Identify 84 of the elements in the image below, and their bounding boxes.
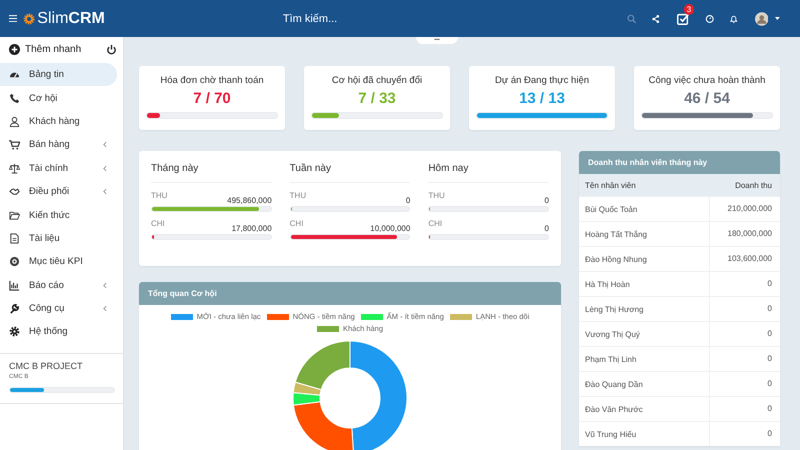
sidebar-item[interactable]: Cơ hội	[0, 86, 117, 110]
sidebar-item[interactable]: Công cụ	[0, 296, 117, 320]
finance-amount: 0	[544, 196, 549, 205]
column-header: Doanh thu	[735, 181, 772, 190]
sidebar-item[interactable]: Điều phối	[0, 180, 117, 204]
finance-amount: 10,000,000	[370, 224, 410, 233]
revenue-cell: 0	[709, 372, 780, 396]
stat-value: 7 / 70	[192, 90, 232, 107]
finance-amount: 495,860,000	[227, 196, 272, 205]
gear-icon	[9, 326, 20, 338]
sidebar-item[interactable]: Tài chính	[0, 156, 117, 180]
finance-amount: 0	[544, 224, 549, 233]
chevron-icon	[103, 188, 107, 196]
document-icon	[9, 232, 20, 244]
employee-name-cell-text: Phạm Thị Linh	[584, 354, 638, 364]
finance-label: CHI	[428, 219, 442, 228]
sidebar-item[interactable]: Tài liệu	[0, 226, 117, 250]
stat-title: Hóa đơn chờ thanh toán	[159, 75, 265, 86]
chevron-icon	[103, 282, 107, 289]
search-field[interactable]: Tìm kiếm...	[282, 10, 425, 26]
sidebar-item[interactable]: Hệ thống	[0, 320, 117, 344]
revenue-cell: 0	[709, 422, 780, 446]
menu-icon[interactable]	[9, 13, 18, 24]
revenue-cell: 0	[709, 322, 780, 346]
stat-value: 7 / 33	[357, 90, 397, 107]
finance-amount: 17,800,000	[232, 224, 272, 233]
folder-icon	[9, 210, 20, 221]
column-header: Tên nhân viên	[585, 181, 636, 190]
revenue-cell: 180,000,000	[709, 222, 780, 246]
period-title: Hôm nay	[428, 163, 549, 183]
finance-label: THU	[290, 191, 306, 200]
revenue-cell: 0	[709, 272, 780, 296]
bar-chart-icon	[9, 280, 20, 291]
chevron-icon	[103, 141, 107, 148]
employee-name-cell-text: Đào Hồng Nhung	[584, 254, 648, 264]
wrench-icon	[9, 303, 20, 314]
finance-amount: 0	[406, 196, 410, 205]
plus-circle-icon[interactable]	[9, 44, 20, 54]
scale-icon	[9, 162, 20, 174]
revenue-cell: 210,000,000	[709, 197, 780, 221]
employee-name-cell-text: Hoàng Tất Thắng	[584, 230, 648, 238]
employee-name-cell-text: Lèng Thị Hương	[584, 304, 644, 314]
sidebar-item[interactable]: Bán hàng	[0, 133, 117, 157]
period-title: Tháng này	[151, 163, 272, 183]
revenue-cell: 0	[709, 397, 780, 421]
brand-logo: SlimCRM	[37, 10, 105, 28]
quick-add-link[interactable]: Thêm nhanh	[25, 44, 101, 54]
finance-label: CHI	[151, 219, 165, 228]
cart-icon	[9, 139, 20, 150]
stat-value: 46 / 54	[683, 90, 731, 107]
power-icon[interactable]	[106, 44, 117, 54]
stat-title: Dự án Đang thực hiện	[494, 75, 590, 86]
period-title: Tuần này	[290, 163, 410, 183]
checkbox-icon[interactable]	[676, 12, 690, 26]
employee-name-cell-text: Đào Quang Dần	[584, 380, 644, 388]
stat-title: Công việc chưa hoàn thành	[648, 75, 766, 86]
target-icon	[9, 256, 20, 268]
employee-name-cell-text: Bùi Quốc Toản	[584, 204, 638, 214]
phone-icon	[9, 92, 20, 104]
employee-name-cell-text: Đào Văn Phước	[584, 404, 644, 414]
panel-header: Doanh thu nhân viên tháng này	[579, 151, 780, 174]
revenue-cell: 103,600,000	[709, 247, 780, 271]
revenue-cell: 0	[709, 297, 780, 321]
caret-icon[interactable]	[775, 16, 780, 21]
finance-label: THU	[428, 191, 445, 200]
notification-badge: 3	[684, 4, 694, 14]
chevron-icon	[103, 164, 107, 172]
sidebar-item[interactable]: Mục tiêu KPI	[0, 250, 117, 274]
employee-name-cell-text: Vũ Trung Hiếu	[584, 430, 638, 438]
finance-label: THU	[151, 191, 168, 200]
finance-label: CHI	[290, 219, 304, 228]
sidebar-item[interactable]: Kiến thức	[0, 203, 117, 227]
revenue-cell: 0	[709, 347, 780, 371]
employee-name-cell-text: Vương Thị Quý	[584, 330, 641, 338]
stat-title: Cơ hội đã chuyển đổi	[330, 75, 424, 86]
sidebar-item[interactable]: Bảng tin	[0, 63, 117, 86]
sidebar-item[interactable]: Báo cáo	[0, 274, 117, 297]
panel-header: Tổng quan Cơ hội	[139, 282, 561, 305]
sidebar-item[interactable]: Khách hàng	[0, 110, 117, 134]
employee-name-cell-text: Hà Thị Hoàn	[584, 280, 631, 288]
chevron-icon	[103, 305, 107, 312]
stat-value: 13 / 13	[518, 90, 566, 107]
project-name: CMC B PROJECT	[9, 360, 84, 371]
person-icon	[9, 116, 20, 127]
